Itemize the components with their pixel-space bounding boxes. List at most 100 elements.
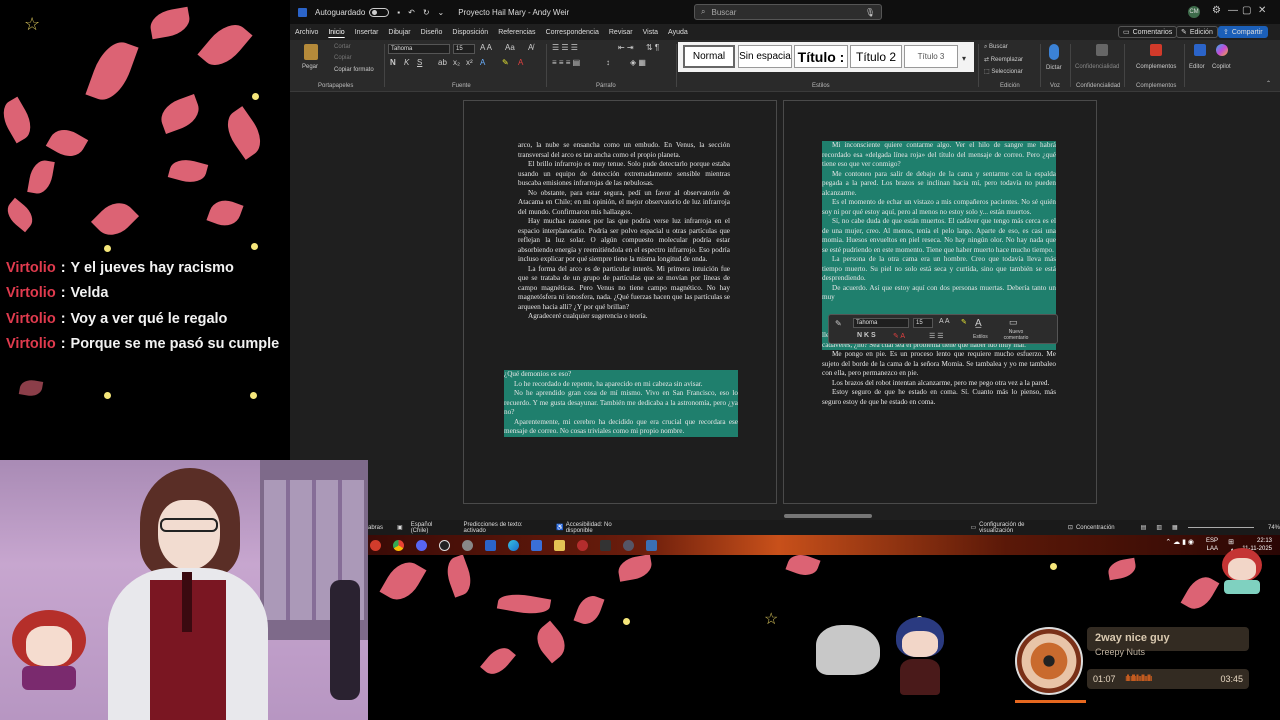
styles-button[interactable]: Estilos	[973, 334, 988, 340]
menu-correspondencia[interactable]: Correspondencia	[541, 29, 604, 36]
replace-button[interactable]: ⇄ Reemplazar	[984, 56, 1023, 63]
paste-icon[interactable]	[304, 44, 318, 60]
streamdeck-icon[interactable]	[577, 539, 588, 551]
read-mode-icon[interactable]: ▤	[1141, 524, 1147, 531]
menu-revisar[interactable]: Revisar	[604, 29, 638, 36]
font-color-icon[interactable]: A	[518, 58, 523, 67]
sort-icon[interactable]: ⇅ ¶	[646, 43, 659, 52]
accessibility-status[interactable]: Accesibilidad: No disponible	[566, 522, 637, 534]
mini-size-select[interactable]: 15	[913, 318, 933, 328]
copilot-icon[interactable]	[1216, 44, 1228, 56]
language-status[interactable]: Español (Chile)	[411, 522, 450, 534]
menu-inicio[interactable]: Inicio	[323, 29, 349, 36]
shading-icon[interactable]: ◈ ▦	[630, 58, 646, 67]
copilot-button[interactable]: Copilot	[1212, 64, 1231, 70]
addins-icon[interactable]	[1150, 44, 1162, 56]
redo-icon[interactable]: ↻	[423, 8, 430, 17]
menu-ayuda[interactable]: Ayuda	[663, 29, 693, 36]
cut-button[interactable]: Cortar	[334, 44, 351, 50]
settings-icon[interactable]	[462, 539, 473, 551]
style-no-spacing[interactable]: Sin espacia	[738, 45, 792, 68]
undo-icon[interactable]: ↶	[408, 8, 415, 17]
document-page[interactable]: Mi inconsciente quiere contarme algo. Ve…	[783, 100, 1097, 504]
autosave-toggle[interactable]	[369, 7, 390, 17]
editor-icon[interactable]	[1194, 44, 1206, 56]
mini-font-select[interactable]: Tahoma	[853, 318, 909, 328]
sensitivity-button[interactable]: Confidencialidad	[1075, 64, 1119, 70]
format-painter-button[interactable]: Copiar formato	[334, 67, 374, 73]
terminal-icon[interactable]	[600, 539, 611, 551]
style-heading-2[interactable]: Título 2	[850, 45, 902, 68]
zoom-level[interactable]: 74%	[1268, 525, 1280, 531]
document-page[interactable]: arco, la nube se ensancha como un embudo…	[463, 100, 777, 504]
menu-disposicion[interactable]: Disposición	[447, 29, 493, 36]
chrome-icon[interactable]	[393, 539, 404, 551]
clear-format-icon[interactable]: A̸	[528, 43, 533, 52]
edge-icon[interactable]	[508, 539, 519, 551]
highlight-color-icon[interactable]: ✎	[502, 58, 509, 67]
vtube-icon[interactable]	[646, 539, 657, 551]
calendar-icon[interactable]	[531, 539, 542, 551]
dictate-button[interactable]: Dictar	[1046, 65, 1062, 71]
word-count[interactable]: abras	[368, 525, 383, 531]
new-comment-button[interactable]: Nuevo comentario	[1001, 329, 1031, 341]
bullets-icon[interactable]: ☰ ☰	[929, 332, 944, 340]
collapse-ribbon-icon[interactable]: ⌃	[1266, 80, 1271, 87]
accessibility-icon[interactable]: ♿	[556, 524, 563, 531]
microphone-icon[interactable]	[1049, 44, 1059, 60]
gear-icon[interactable]	[623, 539, 634, 551]
avatar[interactable]: CM	[1188, 6, 1200, 18]
focus-icon[interactable]: ⊡	[1068, 524, 1073, 531]
horizontal-scrollbar[interactable]	[784, 514, 872, 518]
highlight-icon[interactable]: ✎	[961, 318, 967, 326]
menu-diseno[interactable]: Diseño	[416, 29, 448, 36]
font-color-icon[interactable]: ✎ A	[893, 332, 905, 340]
addins-button[interactable]: Complementos	[1136, 64, 1176, 70]
proofing-icon[interactable]: ▣	[397, 524, 403, 531]
app-icon-red[interactable]	[370, 539, 381, 551]
editor-button[interactable]: Editor	[1189, 64, 1205, 70]
format-painter-icon[interactable]: ✎	[835, 319, 842, 328]
style-heading-3[interactable]: Título 3	[904, 45, 958, 68]
font-name-select[interactable]: Tahoma	[388, 44, 450, 54]
print-layout-icon[interactable]: ▥	[1156, 524, 1162, 531]
copy-button[interactable]: Copiar	[334, 55, 352, 61]
menu-referencias[interactable]: Referencias	[493, 29, 540, 36]
help-icon[interactable]: ⚙	[1212, 5, 1221, 16]
obs-icon[interactable]	[439, 539, 450, 551]
new-comment-icon[interactable]: ▭	[1009, 317, 1018, 328]
italic-icon[interactable]: K	[404, 58, 409, 67]
styles-expand-icon[interactable]: ▾	[962, 54, 966, 63]
explorer-icon[interactable]	[554, 539, 565, 551]
line-spacing-icon[interactable]: ↕	[606, 58, 610, 67]
text-predictions-status[interactable]: Predicciones de texto: activado	[464, 522, 543, 534]
word-icon[interactable]	[485, 539, 496, 551]
focus-button[interactable]: Concentración	[1076, 525, 1115, 531]
text-effects-icon[interactable]: A	[480, 58, 485, 67]
share-button[interactable]: ⇪ Compartir	[1218, 26, 1268, 38]
style-heading-1[interactable]: Título :	[794, 45, 848, 68]
menu-archivo[interactable]: Archivo	[290, 29, 323, 36]
comments-button[interactable]: ▭ Comentarios	[1118, 26, 1178, 38]
web-layout-icon[interactable]: ▦	[1172, 524, 1178, 531]
bold-icon[interactable]: N K S	[857, 332, 876, 339]
document-area[interactable]: arco, la nube se ensancha como un embudo…	[290, 92, 1280, 520]
indent-icon[interactable]: ⇤ ⇥	[618, 43, 634, 52]
paste-button[interactable]: Pegar	[302, 64, 318, 70]
grow-font-icon[interactable]: A A	[480, 43, 492, 52]
align-icon[interactable]: ≡ ≡ ≡ ▤	[552, 58, 580, 67]
underline-icon[interactable]: S	[417, 58, 422, 67]
menu-dibujar[interactable]: Dibujar	[383, 29, 415, 36]
sensitivity-icon[interactable]	[1096, 44, 1108, 56]
select-button[interactable]: ⬚ Seleccionar	[984, 68, 1023, 75]
menu-vista[interactable]: Vista	[638, 29, 663, 36]
editing-mode-button[interactable]: ✎ Edición	[1176, 26, 1218, 38]
superscript-icon[interactable]: x²	[466, 58, 473, 67]
tray-icons[interactable]: ⌃ ☁ ▮ ◉	[1165, 539, 1194, 547]
find-button[interactable]: ⌕ Buscar	[984, 44, 1008, 51]
customize-icon[interactable]: ⌄	[438, 8, 445, 17]
microphone-icon[interactable]: 🎙	[865, 8, 875, 17]
font-size-select[interactable]: 15	[453, 44, 475, 54]
search-input[interactable]: ⌕ Buscar 🎙	[694, 4, 882, 20]
change-case-icon[interactable]: Aa	[505, 43, 515, 52]
